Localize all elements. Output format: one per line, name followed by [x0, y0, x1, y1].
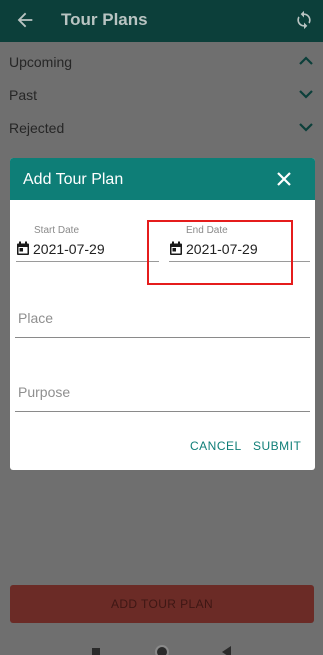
start-date-value: 2021-07-29 — [33, 241, 105, 257]
app-bar: Tour Plans — [0, 0, 323, 42]
add-tour-plan-button[interactable]: ADD TOUR PLAN — [10, 585, 314, 623]
add-tour-plan-dialog: Add Tour Plan Start Date 2021-07-29 End … — [10, 158, 315, 470]
chevron-down-icon — [299, 90, 313, 99]
arrow-back-icon[interactable] — [14, 9, 36, 31]
recents-nav-icon[interactable] — [92, 648, 100, 655]
dialog-header: Add Tour Plan — [10, 158, 315, 200]
calendar-icon — [17, 241, 29, 255]
section-label: Rejected — [9, 120, 65, 136]
start-date-field[interactable]: Start Date 2021-07-29 — [16, 225, 159, 265]
section-past[interactable]: Past — [0, 79, 323, 111]
place-field[interactable]: Place — [15, 304, 310, 342]
chevron-up-icon — [299, 56, 313, 65]
submit-button[interactable]: SUBMIT — [253, 439, 301, 453]
close-icon[interactable] — [276, 171, 292, 187]
end-date-highlight — [147, 220, 293, 285]
chevron-down-icon — [299, 123, 313, 132]
section-upcoming[interactable]: Upcoming — [0, 46, 323, 78]
place-placeholder: Place — [18, 310, 54, 326]
section-label: Past — [9, 87, 38, 103]
start-date-label: Start Date — [34, 225, 80, 236]
refresh-icon[interactable] — [294, 10, 314, 30]
cancel-button[interactable]: CANCEL — [190, 439, 242, 453]
section-label: Upcoming — [9, 54, 73, 70]
section-rejected[interactable]: Rejected — [0, 112, 323, 144]
back-nav-icon[interactable] — [222, 646, 231, 655]
page-title: Tour Plans — [61, 10, 148, 29]
purpose-field[interactable]: Purpose — [15, 378, 310, 416]
purpose-placeholder: Purpose — [18, 384, 71, 400]
dialog-title: Add Tour Plan — [23, 171, 124, 188]
home-nav-icon[interactable] — [155, 645, 169, 655]
